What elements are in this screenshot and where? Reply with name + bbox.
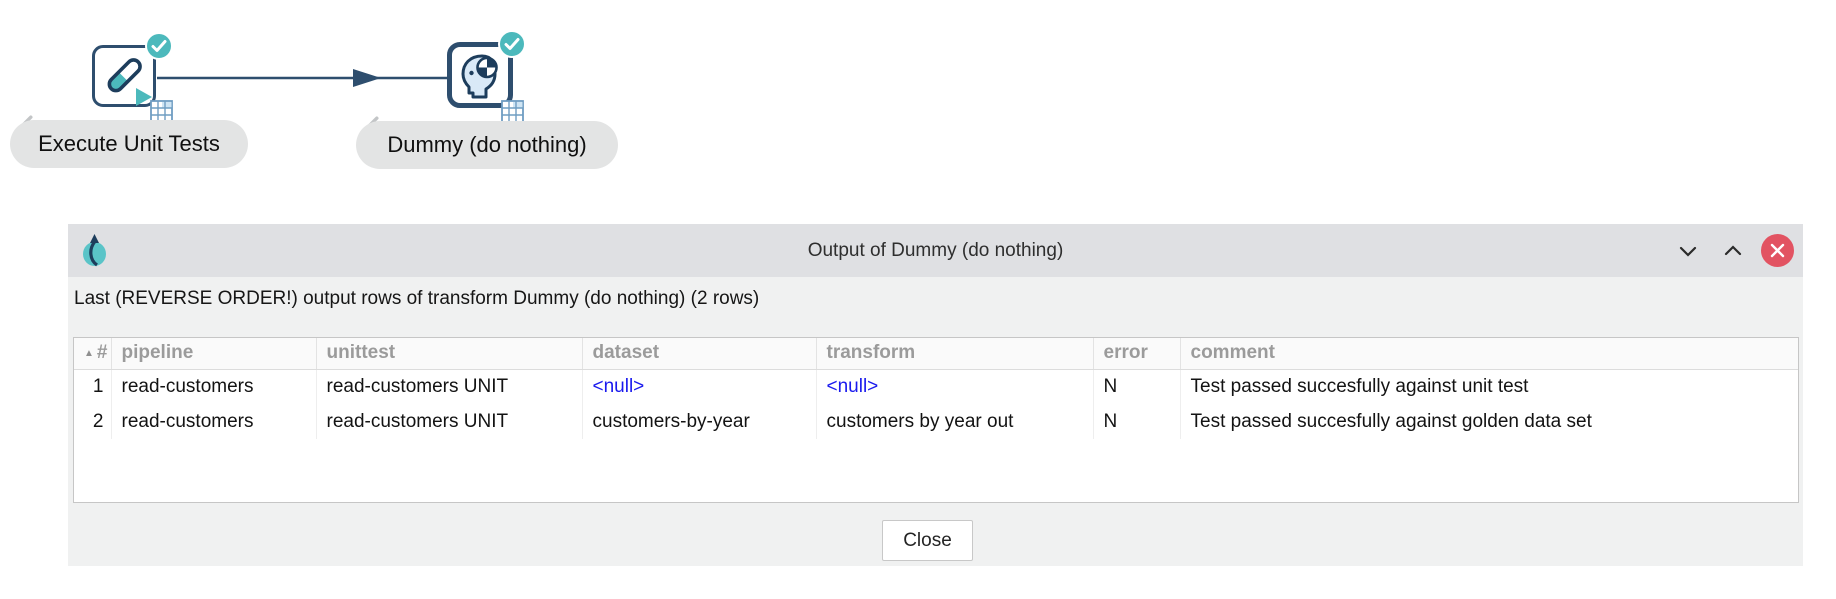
node-label-dummy[interactable]: Dummy (do nothing) [356,121,618,169]
cell-unittest: read-customers UNIT [316,369,582,404]
success-check-icon [145,32,173,60]
cell-error: N [1093,369,1180,404]
node-label-text: Execute Unit Tests [38,131,220,157]
hop-connection-arrow [157,64,449,92]
column-header-dataset[interactable]: dataset [582,338,816,369]
pipeline-canvas: Execute Unit Tests Dummy (do nothing) [0,0,1836,200]
output-rows-table: ▲#pipelineunittestdatasettransformerrorc… [73,337,1799,503]
output-summary-text: Last (REVERSE ORDER!) output rows of tra… [74,288,759,310]
cell-dataset: customers-by-year [582,404,816,439]
cell-comment: Test passed succesfully against unit tes… [1180,369,1798,404]
column-header-transform[interactable]: transform [816,338,1093,369]
dataset-grid-icon[interactable] [501,100,524,123]
cell-pipeline: read-customers [111,369,316,404]
cell-dataset: <null> [582,369,816,404]
cell-transform: <null> [816,369,1093,404]
cell-transform: customers by year out [816,404,1093,439]
dummy-head-icon [455,50,505,100]
cell-pipeline: read-customers [111,404,316,439]
column-header-error[interactable]: error [1093,338,1180,369]
dialog-title: Output of Dummy (do nothing) [68,224,1803,277]
close-dialog-button[interactable] [1761,234,1794,267]
chevron-down-icon[interactable] [1674,237,1702,265]
table-body: 1read-customersread-customers UNIT<null>… [74,369,1798,439]
close-button[interactable]: Close [882,520,973,561]
column-header-unittest[interactable]: unittest [316,338,582,369]
cell-unittest: read-customers UNIT [316,404,582,439]
hop-pipeline-view: Execute Unit Tests Dummy (do nothing) [0,0,1836,599]
sort-ascending-icon: ▲ [84,348,94,359]
table-row[interactable]: 1read-customersread-customers UNIT<null>… [74,369,1798,404]
table-header-row: ▲#pipelineunittestdatasettransformerrorc… [74,338,1798,369]
cell-num: 1 [74,369,111,404]
table-row[interactable]: 2read-customersread-customers UNITcustom… [74,404,1798,439]
close-icon [1770,243,1785,258]
column-header-num[interactable]: ▲# [74,338,111,369]
column-header-pipeline[interactable]: pipeline [111,338,316,369]
dialog-titlebar[interactable]: Output of Dummy (do nothing) [68,224,1803,277]
output-dialog: Output of Dummy (do nothing) Last (REVER… [68,224,1803,566]
chevron-up-icon[interactable] [1719,237,1747,265]
cell-num: 2 [74,404,111,439]
node-label-execute-unit-tests[interactable]: Execute Unit Tests [10,120,248,168]
node-label-text: Dummy (do nothing) [387,132,586,158]
cell-error: N [1093,404,1180,439]
column-header-comment[interactable]: comment [1180,338,1798,369]
cell-comment: Test passed succesfully against golden d… [1180,404,1798,439]
success-check-icon [498,30,526,58]
